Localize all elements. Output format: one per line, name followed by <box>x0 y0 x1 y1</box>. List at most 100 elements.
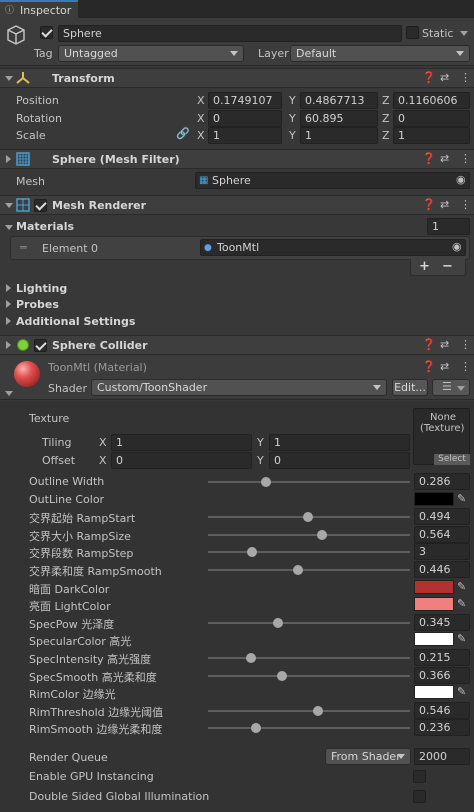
static-dropdown-icon[interactable] <box>460 31 468 36</box>
slider-handle[interactable] <box>276 671 287 681</box>
slider-track[interactable] <box>208 622 410 624</box>
static-checkbox[interactable] <box>406 26 419 39</box>
slider-value-field[interactable]: 0.345 <box>414 614 470 631</box>
object-name-field[interactable]: Sphere <box>58 25 402 42</box>
layer-dropdown[interactable]: Default <box>290 45 470 62</box>
add-element-button[interactable]: + <box>419 259 430 274</box>
slider-handle[interactable] <box>302 512 313 522</box>
help-icon[interactable]: ❓ <box>422 153 436 165</box>
preset-icon[interactable]: ⇄ <box>440 72 449 84</box>
slider-track[interactable] <box>208 675 410 677</box>
mesh-renderer-foldout-icon[interactable] <box>5 203 13 208</box>
slider-track[interactable] <box>208 657 410 659</box>
position-z-field[interactable]: 0.1160606 <box>393 92 470 109</box>
preset-icon[interactable]: ⇄ <box>440 339 449 351</box>
slider-track[interactable] <box>208 727 410 729</box>
tiling-y-field[interactable]: 1 <box>269 434 410 451</box>
lighting-foldout-icon[interactable] <box>6 284 11 292</box>
eyedropper-icon[interactable]: ✎ <box>457 685 466 698</box>
scale-x-field[interactable]: 1 <box>208 127 282 144</box>
slider-handle[interactable] <box>272 618 283 628</box>
offset-y-field[interactable]: 0 <box>269 452 410 469</box>
material-options-button[interactable]: ☰ <box>432 379 470 396</box>
color-swatch[interactable] <box>414 685 454 699</box>
slider-value-field[interactable]: 0.286 <box>414 473 470 490</box>
transform-foldout-icon[interactable] <box>5 76 13 81</box>
materials-count-field[interactable]: 1 <box>427 218 470 235</box>
sphere-collider-foldout-icon[interactable] <box>6 341 11 349</box>
color-swatch[interactable] <box>414 597 454 611</box>
preset-icon[interactable]: ⇄ <box>440 199 449 211</box>
slider-value-field[interactable]: 0.546 <box>414 702 470 719</box>
preset-icon[interactable]: ⇄ <box>440 361 449 373</box>
materials-foldout-icon[interactable] <box>5 225 13 230</box>
lighting-label[interactable]: Lighting <box>16 282 67 295</box>
mesh-filter-foldout-icon[interactable] <box>6 155 11 163</box>
mesh-object-field[interactable]: Sphere <box>195 172 470 189</box>
active-checkbox[interactable] <box>40 26 53 39</box>
slider-value-field[interactable]: 0.215 <box>414 649 470 666</box>
slider-value-field[interactable]: 0.564 <box>414 526 470 543</box>
rotation-x-field[interactable]: 0 <box>208 110 282 127</box>
shader-edit-button[interactable]: Edit... <box>392 379 428 396</box>
probes-foldout-icon[interactable] <box>6 300 11 308</box>
tiling-x-field[interactable]: 1 <box>111 434 252 451</box>
context-menu-icon[interactable]: ⋮ <box>460 153 471 165</box>
slider-handle[interactable] <box>316 530 327 540</box>
remove-element-button[interactable]: − <box>442 259 453 274</box>
slider-track[interactable] <box>208 481 410 483</box>
tab-inspector[interactable]: ⓘ Inspector <box>0 0 78 18</box>
slider-value-field[interactable]: 3 <box>414 543 470 560</box>
material-foldout-icon[interactable] <box>5 391 13 396</box>
double-sided-gi-checkbox[interactable] <box>413 790 426 803</box>
slider-handle[interactable] <box>250 723 261 733</box>
color-swatch[interactable] <box>414 632 454 646</box>
object-picker-icon[interactable]: ◉ <box>456 174 466 186</box>
scale-y-field[interactable]: 1 <box>300 127 378 144</box>
additional-settings-foldout-icon[interactable] <box>6 317 11 325</box>
element-0-field[interactable]: ToonMtl <box>200 239 466 256</box>
context-menu-icon[interactable]: ⋮ <box>460 361 471 373</box>
slider-value-field[interactable]: 0.366 <box>414 667 470 684</box>
slider-track[interactable] <box>208 710 410 712</box>
slider-handle[interactable] <box>260 477 271 487</box>
drag-handle-icon[interactable]: ═ <box>20 242 27 254</box>
constrain-proportions-icon[interactable]: 🔗 <box>176 128 190 140</box>
eyedropper-icon[interactable]: ✎ <box>457 632 466 645</box>
context-menu-icon[interactable]: ⋮ <box>460 199 471 211</box>
probes-label[interactable]: Probes <box>16 298 59 311</box>
sphere-collider-enabled-checkbox[interactable] <box>34 339 47 352</box>
scale-z-field[interactable]: 1 <box>393 127 470 144</box>
help-icon[interactable]: ❓ <box>422 72 436 84</box>
eyedropper-icon[interactable]: ✎ <box>457 580 466 593</box>
context-menu-icon[interactable]: ⋮ <box>460 339 471 351</box>
texture-select-button[interactable]: Select <box>434 454 470 465</box>
gpu-instancing-checkbox[interactable] <box>413 770 426 783</box>
help-icon[interactable]: ❓ <box>422 361 436 373</box>
slider-value-field[interactable]: 0.494 <box>414 508 470 525</box>
eyedropper-icon[interactable]: ✎ <box>457 597 466 610</box>
help-icon[interactable]: ❓ <box>422 339 436 351</box>
position-y-field[interactable]: 0.4867713 <box>300 92 378 109</box>
slider-track[interactable] <box>208 569 410 571</box>
rotation-y-field[interactable]: 60.895 <box>300 110 378 127</box>
object-picker-icon[interactable]: ◉ <box>452 241 462 253</box>
color-swatch[interactable] <box>414 492 454 506</box>
eyedropper-icon[interactable]: ✎ <box>457 492 466 505</box>
rotation-z-field[interactable]: 0 <box>393 110 470 127</box>
slider-value-field[interactable]: 0.236 <box>414 719 470 736</box>
color-swatch[interactable] <box>414 580 454 594</box>
render-queue-mode-dropdown[interactable]: From Shader <box>325 748 411 765</box>
mesh-renderer-enabled-checkbox[interactable] <box>34 199 47 212</box>
preset-icon[interactable]: ⇄ <box>440 153 449 165</box>
context-menu-icon[interactable]: ⋮ <box>460 72 471 84</box>
additional-settings-label[interactable]: Additional Settings <box>16 315 135 328</box>
render-queue-value-field[interactable]: 2000 <box>414 748 470 765</box>
offset-x-field[interactable]: 0 <box>111 452 252 469</box>
shader-dropdown[interactable]: Custom/ToonShader <box>91 379 387 396</box>
texture-slot[interactable]: None (Texture) Select <box>413 408 470 465</box>
slider-value-field[interactable]: 0.446 <box>414 561 470 578</box>
position-x-field[interactable]: 0.1749107 <box>208 92 282 109</box>
help-icon[interactable]: ❓ <box>422 199 436 211</box>
tag-dropdown[interactable]: Untagged <box>58 45 244 62</box>
